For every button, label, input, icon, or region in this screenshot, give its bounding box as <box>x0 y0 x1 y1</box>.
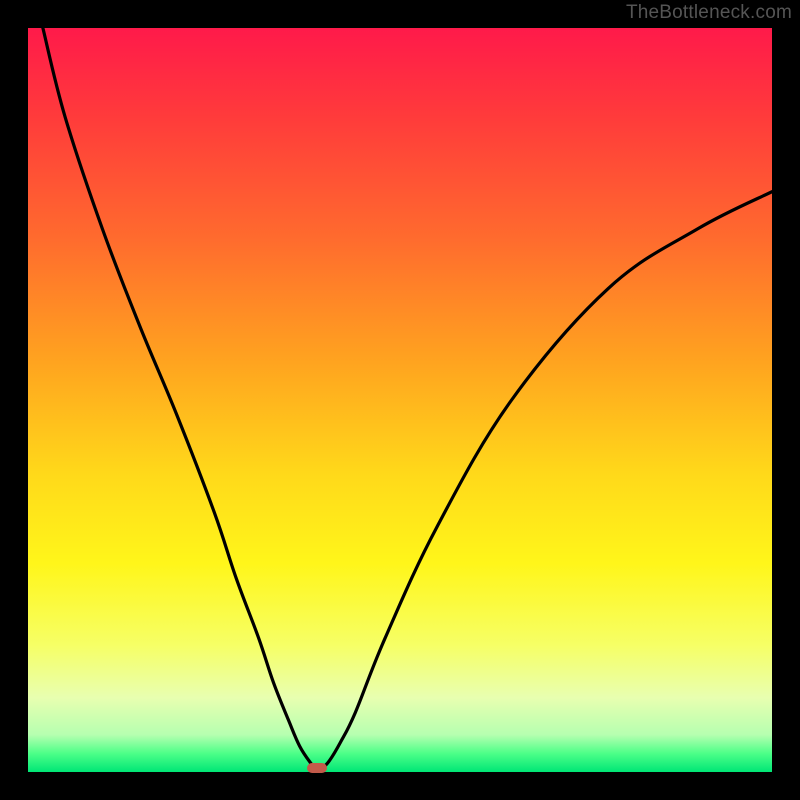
minimum-marker <box>307 763 327 773</box>
gradient-background <box>28 28 772 772</box>
plot-area <box>28 28 772 772</box>
chart-frame: TheBottleneck.com <box>0 0 800 800</box>
watermark-text: TheBottleneck.com <box>626 2 792 24</box>
